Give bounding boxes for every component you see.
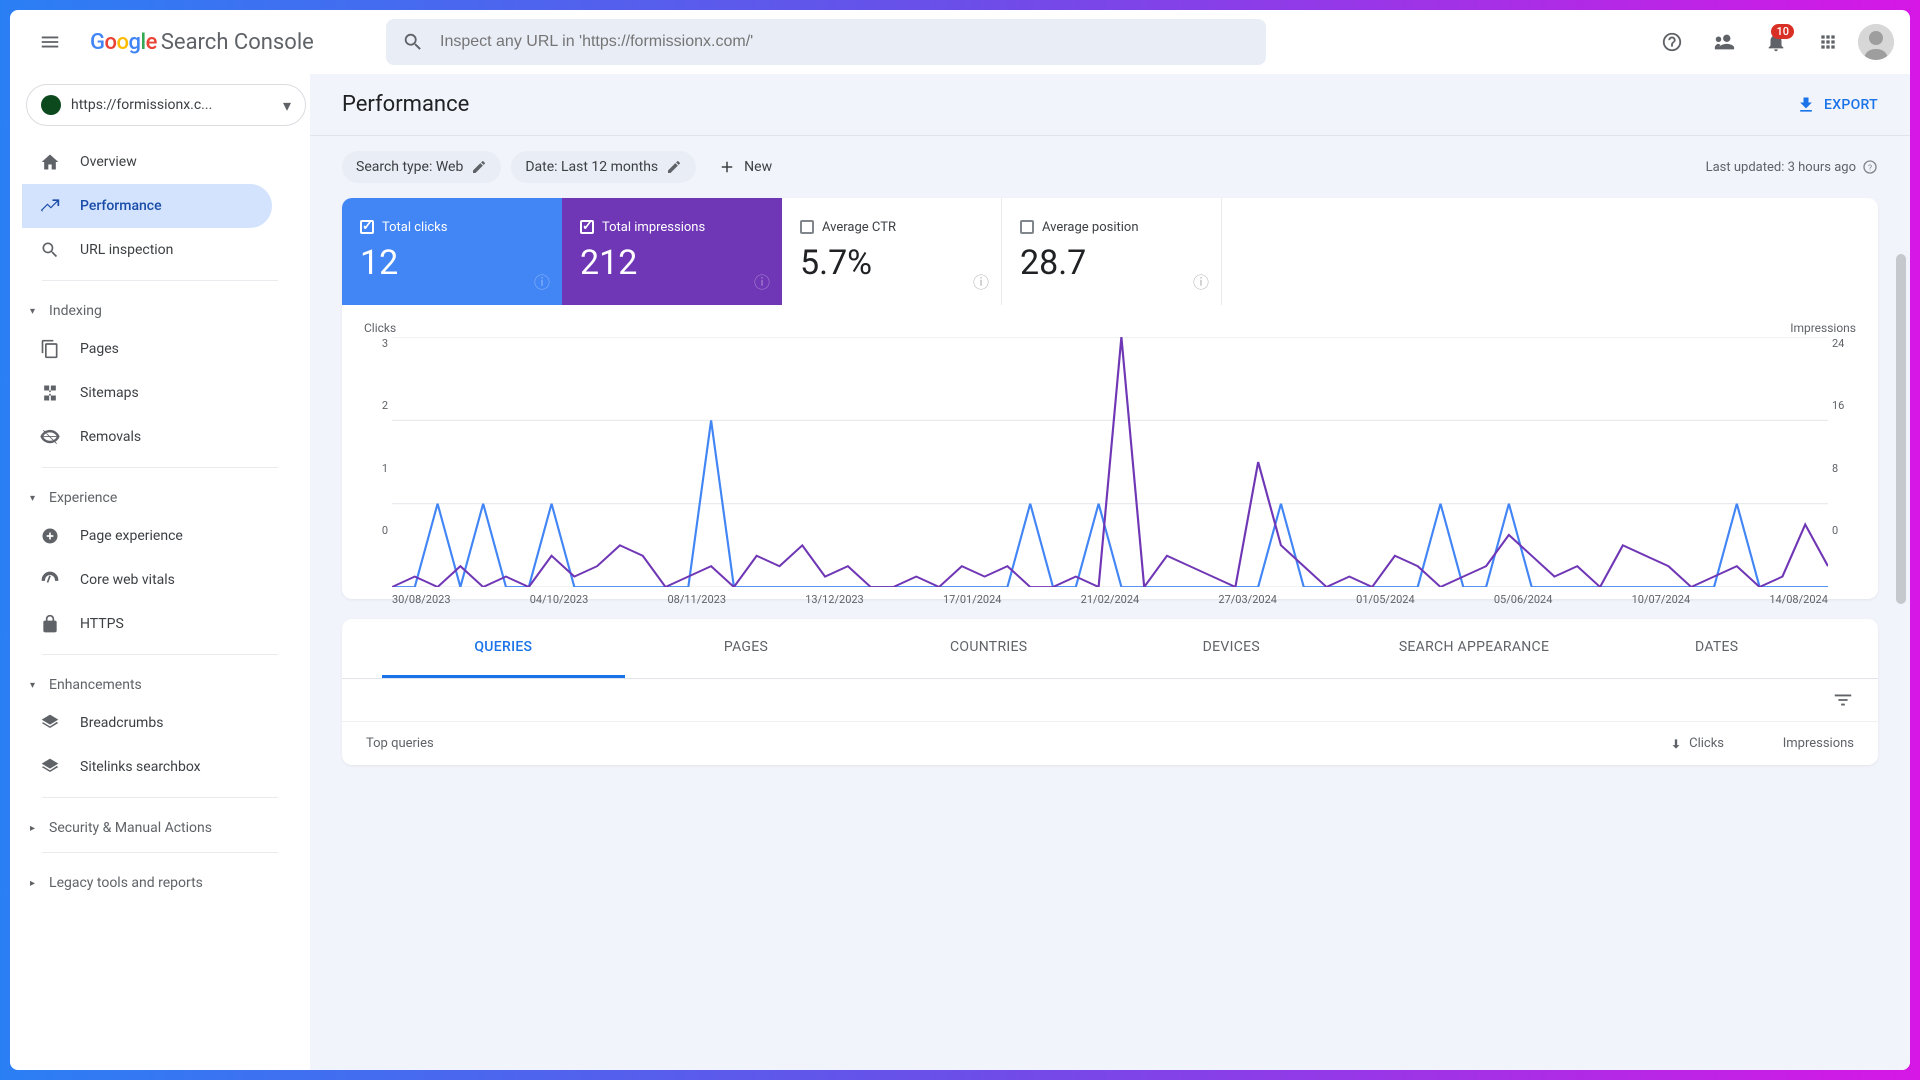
last-updated: Last updated: 3 hours ago bbox=[1706, 160, 1856, 175]
help-icon[interactable]: ⓘ bbox=[754, 269, 770, 293]
checkbox-icon bbox=[360, 220, 374, 234]
tab-countries[interactable]: COUNTRIES bbox=[867, 619, 1110, 678]
tab-devices[interactable]: DEVICES bbox=[1110, 619, 1353, 678]
circle-plus-icon bbox=[40, 526, 62, 546]
layers-icon bbox=[40, 757, 62, 777]
nav-label: Breadcrumbs bbox=[80, 715, 163, 731]
filter-list-icon[interactable] bbox=[1832, 689, 1854, 711]
notification-badge: 10 bbox=[1771, 24, 1794, 39]
sidebar-item-url-inspection[interactable]: URL inspection bbox=[22, 228, 272, 272]
notifications-icon[interactable]: 10 bbox=[1754, 20, 1798, 64]
tab-pages[interactable]: PAGES bbox=[625, 619, 868, 678]
sidebar-item-https[interactable]: HTTPS bbox=[22, 602, 272, 646]
scrollbar[interactable] bbox=[1896, 254, 1908, 604]
sort-down-icon bbox=[1669, 737, 1683, 751]
help-icon[interactable]: ⓘ bbox=[1193, 269, 1209, 293]
logo: Google Search Console bbox=[90, 30, 370, 55]
sidebar-section-indexing[interactable]: Indexing bbox=[22, 289, 298, 327]
sidebar-section-experience[interactable]: Experience bbox=[22, 476, 298, 514]
sidebar-item-overview[interactable]: Overview bbox=[22, 140, 272, 184]
performance-chart[interactable]: 3210 241680 30/08/202304/10/202308/11/20… bbox=[392, 337, 1828, 587]
site-favicon bbox=[41, 95, 61, 115]
sidebar-item-page-experience[interactable]: Page experience bbox=[22, 514, 272, 558]
main-content: Performance EXPORT Search type: Web Date… bbox=[310, 74, 1910, 1070]
filter-search-type[interactable]: Search type: Web bbox=[342, 151, 501, 183]
trend-icon bbox=[40, 196, 62, 216]
tab-search-appearance[interactable]: SEARCH APPEARANCE bbox=[1353, 619, 1596, 678]
sidebar-section-enhancements[interactable]: Enhancements bbox=[22, 663, 298, 701]
property-url: https://formissionx.c... bbox=[71, 97, 273, 113]
sidebar-item-breadcrumbs[interactable]: Breadcrumbs bbox=[22, 701, 272, 745]
help-icon[interactable]: ⓘ bbox=[973, 269, 989, 293]
search-icon bbox=[40, 240, 62, 260]
tab-queries[interactable]: QUERIES bbox=[382, 619, 625, 678]
product-name: Search Console bbox=[161, 30, 314, 55]
nav-label: Sitelinks searchbox bbox=[80, 759, 201, 775]
sidebar-item-pages[interactable]: Pages bbox=[22, 327, 272, 371]
left-axis-label: Clicks bbox=[364, 321, 396, 335]
edit-icon bbox=[666, 159, 682, 175]
right-axis-label: Impressions bbox=[1790, 321, 1856, 335]
sidebar-section-legacy[interactable]: Legacy tools and reports bbox=[22, 861, 298, 899]
apps-icon[interactable] bbox=[1806, 20, 1850, 64]
nav-label: URL inspection bbox=[80, 242, 173, 258]
metric-total-clicks[interactable]: Total clicks 12 ⓘ bbox=[342, 198, 562, 305]
users-icon[interactable] bbox=[1702, 20, 1746, 64]
chevron-down-icon: ▾ bbox=[283, 96, 291, 115]
metric-value: 28.7 bbox=[1020, 243, 1203, 283]
nav-label: Removals bbox=[80, 429, 141, 445]
help-icon[interactable]: ? bbox=[1862, 159, 1878, 175]
avatar[interactable] bbox=[1858, 24, 1894, 60]
nav-label: Performance bbox=[80, 198, 162, 214]
sidebar-section-security[interactable]: Security & Manual Actions bbox=[22, 806, 298, 844]
metric-value: 5.7% bbox=[800, 243, 983, 283]
sidebar-item-performance[interactable]: Performance bbox=[22, 184, 272, 228]
checkbox-icon bbox=[1020, 220, 1034, 234]
nav-label: HTTPS bbox=[80, 616, 124, 632]
help-icon[interactable]: ⓘ bbox=[534, 269, 550, 293]
column-top-queries[interactable]: Top queries bbox=[366, 736, 1594, 751]
gauge-icon bbox=[40, 570, 62, 590]
metric-average-ctr[interactable]: Average CTR 5.7% ⓘ bbox=[782, 198, 1002, 305]
checkbox-icon bbox=[580, 220, 594, 234]
svg-text:?: ? bbox=[1868, 163, 1872, 173]
edit-icon bbox=[471, 159, 487, 175]
lock-icon bbox=[40, 614, 62, 634]
tab-dates[interactable]: DATES bbox=[1595, 619, 1838, 678]
menu-button[interactable] bbox=[26, 18, 74, 66]
pages-icon bbox=[40, 339, 62, 359]
sidebar-item-sitemaps[interactable]: Sitemaps bbox=[22, 371, 272, 415]
sidebar-item-core-web-vitals[interactable]: Core web vitals bbox=[22, 558, 272, 602]
column-impressions[interactable]: Impressions bbox=[1724, 736, 1854, 751]
metric-total-impressions[interactable]: Total impressions 212 ⓘ bbox=[562, 198, 782, 305]
sitemap-icon bbox=[40, 383, 62, 403]
url-inspect-search[interactable] bbox=[386, 19, 1266, 65]
export-button[interactable]: EXPORT bbox=[1796, 95, 1878, 115]
layers-icon bbox=[40, 713, 62, 733]
metric-value: 212 bbox=[580, 243, 764, 283]
column-clicks[interactable]: Clicks bbox=[1594, 736, 1724, 751]
sidebar-item-sitelinks-searchbox[interactable]: Sitelinks searchbox bbox=[22, 745, 272, 789]
nav-label: Sitemaps bbox=[80, 385, 139, 401]
nav-label: Pages bbox=[80, 341, 119, 357]
home-icon bbox=[40, 152, 62, 172]
plus-icon bbox=[718, 158, 736, 176]
url-input[interactable] bbox=[440, 33, 1250, 51]
nav-label: Page experience bbox=[80, 528, 183, 544]
filter-date[interactable]: Date: Last 12 months bbox=[511, 151, 696, 183]
help-icon[interactable] bbox=[1650, 20, 1694, 64]
sidebar-item-removals[interactable]: Removals bbox=[22, 415, 272, 459]
nav-label: Core web vitals bbox=[80, 572, 175, 588]
metric-average-position[interactable]: Average position 28.7 ⓘ bbox=[1002, 198, 1222, 305]
removals-icon bbox=[40, 427, 62, 447]
metric-value: 12 bbox=[360, 243, 544, 283]
add-filter-button[interactable]: New bbox=[706, 150, 784, 184]
sidebar: https://formissionx.c... ▾ Overview Perf… bbox=[10, 74, 310, 1070]
nav-label: Overview bbox=[80, 154, 137, 170]
checkbox-icon bbox=[800, 220, 814, 234]
page-title: Performance bbox=[342, 92, 469, 117]
property-selector[interactable]: https://formissionx.c... ▾ bbox=[26, 84, 306, 126]
download-icon bbox=[1796, 95, 1816, 115]
search-icon bbox=[402, 31, 424, 53]
